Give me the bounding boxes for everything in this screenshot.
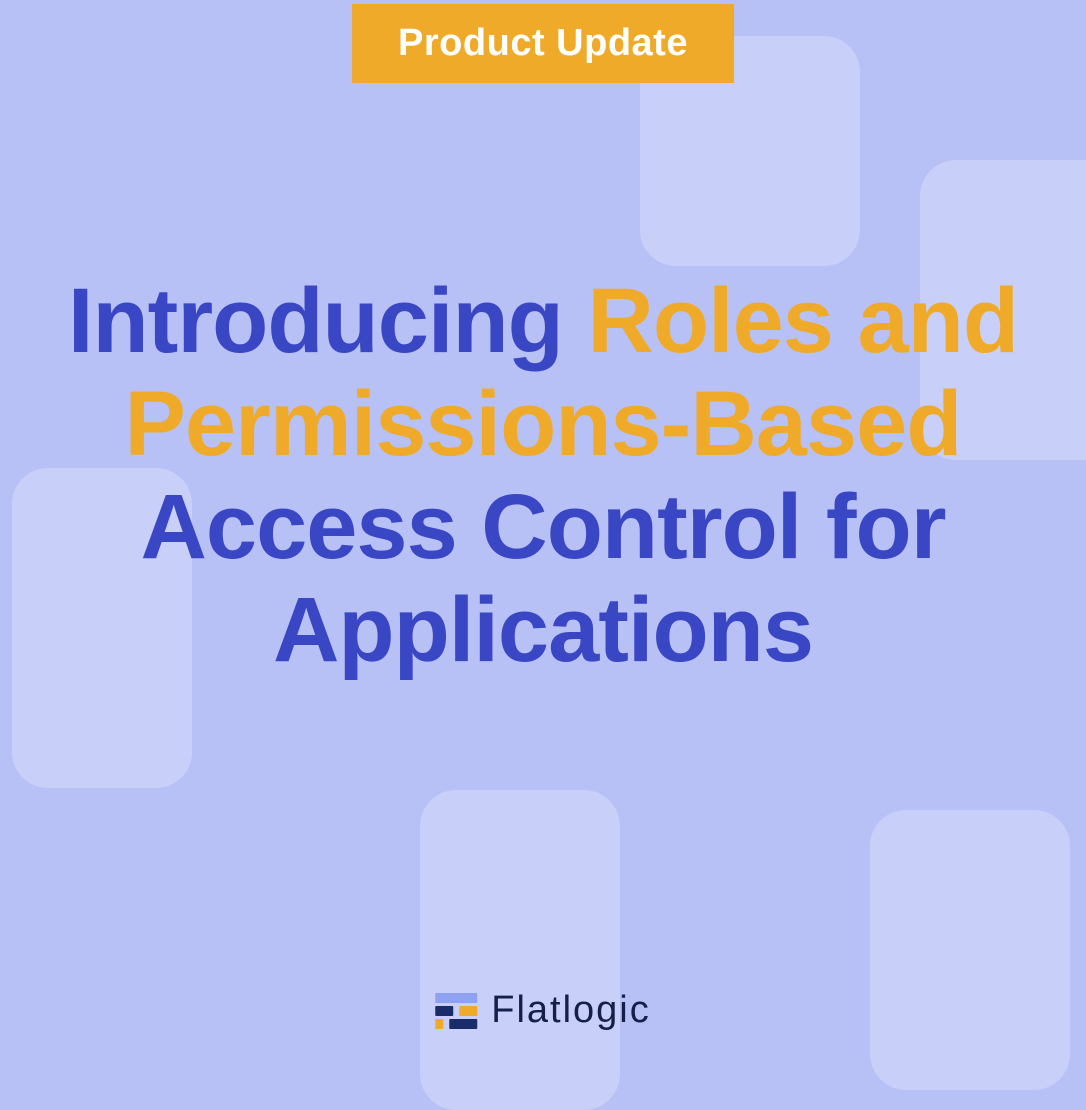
brand-name: Flatlogic bbox=[491, 989, 651, 1032]
decorative-shape bbox=[420, 790, 620, 1110]
headline-part-2: Access Control for Applications bbox=[140, 476, 945, 681]
flatlogic-logo-icon bbox=[435, 993, 477, 1029]
brand: Flatlogic bbox=[435, 989, 651, 1032]
headline-part-1: Introducing bbox=[68, 270, 563, 372]
badge-label: Product Update bbox=[398, 22, 688, 64]
decorative-shape bbox=[870, 810, 1070, 1090]
product-update-badge: Product Update bbox=[352, 4, 734, 83]
headline: Introducing Roles and Permissions-Based … bbox=[43, 270, 1043, 682]
